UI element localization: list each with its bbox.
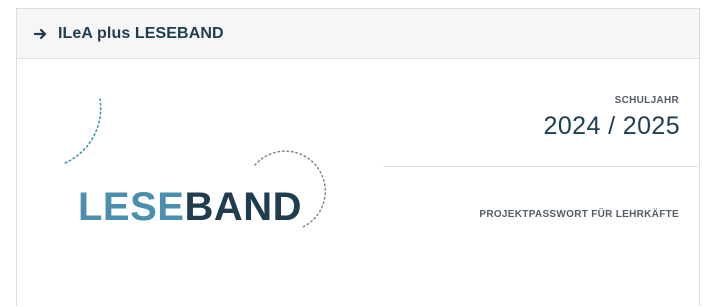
school-year-value: 2024 / 2025 — [543, 112, 680, 140]
project-password-label: PROJEKTPASSWORT FÜR LEHRKÄFTE — [479, 209, 679, 220]
leseband-wordmark: LESEBAND — [78, 187, 302, 227]
leseband-logo: LESEBAND — [45, 87, 345, 247]
arrow-right-icon — [34, 27, 50, 41]
divider — [383, 166, 698, 167]
project-card: ILeA plus LESEBAND LESEBAND SCHULJAHR 20… — [16, 8, 700, 306]
card-title: ILeA plus LESEBAND — [58, 24, 224, 42]
logo-lese-text: LESE — [78, 185, 185, 229]
school-year-label: SCHULJAHR — [614, 95, 679, 106]
logo-decoration-circles — [64, 98, 326, 228]
logo-band-text: BAND — [184, 185, 303, 229]
card-body: LESEBAND SCHULJAHR 2024 / 2025 PROJEKTPA… — [17, 59, 699, 307]
card-header-link[interactable]: ILeA plus LESEBAND — [17, 9, 699, 59]
